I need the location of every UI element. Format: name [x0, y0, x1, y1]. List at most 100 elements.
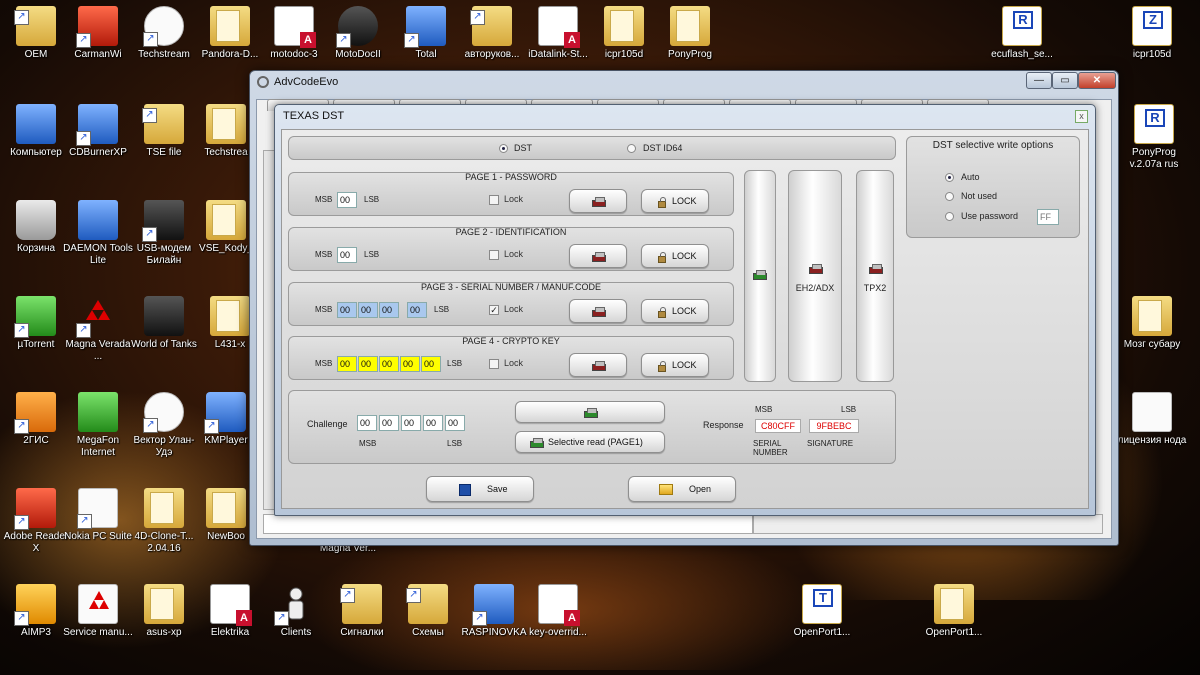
radio-dst-label: DST: [514, 143, 532, 153]
desktop-icon-raspinovka[interactable]: RASPINOVKA: [458, 584, 530, 639]
radio-not-used[interactable]: [945, 192, 954, 201]
side-write-button[interactable]: [744, 170, 776, 382]
desktop-icon-openport2[interactable]: OpenPort1...: [918, 584, 990, 639]
open-button[interactable]: Open: [628, 476, 736, 502]
radio-auto[interactable]: [945, 173, 954, 182]
desktop-icon-icpr105d[interactable]: icpr105d: [588, 6, 660, 61]
page2-panel: PAGE 2 - IDENTIFICATION MSB 00 LSB Lock …: [288, 227, 734, 271]
challenge-byte-1[interactable]: 00: [379, 415, 399, 431]
desktop-icon-magna[interactable]: Magna Verada ...: [62, 296, 134, 363]
radio-not-used-label: Not used: [961, 191, 998, 201]
desktop-icon-openport1[interactable]: T OpenPort1...: [786, 584, 858, 639]
page4-byte-4[interactable]: 00: [421, 356, 441, 372]
document-icon: [1132, 392, 1172, 432]
window-titlebar[interactable]: AdvCodeEvo — ▭ ✕: [250, 71, 1118, 93]
page4-lock-label: Lock: [504, 358, 524, 368]
page4-lock-button[interactable]: LOCK: [641, 353, 709, 377]
desktop-icon-pandora[interactable]: Pandora-D...: [194, 6, 266, 61]
challenge-byte-4[interactable]: 00: [445, 415, 465, 431]
page1-write-button[interactable]: [569, 189, 627, 213]
desktop-icon-ponyprog-rus[interactable]: R PonyProg v.2.07a rus: [1118, 104, 1190, 171]
save-button[interactable]: Save: [426, 476, 534, 502]
page2-lock-button[interactable]: LOCK: [641, 244, 709, 268]
kmplayer-icon: [204, 392, 246, 434]
serial-number-field[interactable]: C80CFF: [755, 419, 801, 433]
page3-byte-0[interactable]: 00: [337, 302, 357, 318]
desktop-icon-clients[interactable]: Clients: [260, 584, 332, 639]
page2-write-button[interactable]: [569, 244, 627, 268]
read-button[interactable]: [515, 401, 665, 423]
desktop-icon-license[interactable]: лицензия нода: [1116, 392, 1188, 447]
desktop-icon-daemon[interactable]: DAEMON Tools Lite: [62, 200, 134, 267]
page4-byte-3[interactable]: 00: [400, 356, 420, 372]
desktop-icon-avtorukov[interactable]: авторуков...: [456, 6, 528, 61]
desktop-icon-motodocii[interactable]: MotoDocII: [322, 6, 394, 61]
desktop-icon-carmanwi[interactable]: CarmanWi: [62, 6, 134, 61]
tpx2-button[interactable]: TPX2: [856, 170, 894, 382]
page1-title: PAGE 1 - PASSWORD: [465, 172, 557, 182]
icon-label: Pandora-D...: [201, 49, 259, 60]
page3-write-button[interactable]: [569, 299, 627, 323]
desktop-icon-asusxp[interactable]: asus-xp: [128, 584, 200, 639]
page4-byte-1[interactable]: 00: [358, 356, 378, 372]
desktop-icon-nokia[interactable]: Nokia PC Suite: [62, 488, 134, 543]
icon-label: PonyProg v.2.07a rus: [1129, 147, 1179, 170]
icon-label: MotoDocII: [335, 49, 381, 60]
password-input[interactable]: FF: [1037, 209, 1059, 225]
page2-title: PAGE 2 - IDENTIFICATION: [455, 227, 567, 237]
desktop-icon-shemy[interactable]: Схемы: [392, 584, 464, 639]
desktop-icon-cdburner[interactable]: CDBurnerXP: [62, 104, 134, 159]
lock-icon: [658, 252, 666, 263]
desktop-icon-mozg[interactable]: Мозг субару: [1116, 296, 1188, 351]
texas-dst-dialog[interactable]: TEXAS DST x DST DST ID64 PAGE 1 - PASSWO…: [274, 104, 1096, 516]
page3-byte-3[interactable]: 00: [407, 302, 427, 318]
desktop-icon-elektrika[interactable]: Elektrika: [194, 584, 266, 639]
challenge-byte-3[interactable]: 00: [423, 415, 443, 431]
desktop-icon-total[interactable]: Total: [390, 6, 462, 61]
page3-lock-checkbox[interactable]: ✓: [489, 305, 499, 315]
radio-dst-id64[interactable]: [627, 144, 636, 153]
page4-lock-checkbox[interactable]: [489, 359, 499, 369]
page3-byte-2[interactable]: 00: [379, 302, 399, 318]
desktop-icon-megafon[interactable]: MegaFon Internet: [62, 392, 134, 459]
r-app-icon: R: [1002, 6, 1042, 46]
maximize-button[interactable]: ▭: [1052, 72, 1078, 89]
eh2-adx-button[interactable]: EH2/ADX: [788, 170, 842, 382]
desktop-icon-keyoverride[interactable]: key-overrid...: [522, 584, 594, 639]
close-button[interactable]: ✕: [1078, 72, 1116, 89]
desktop-icon-icpr105d-2[interactable]: Zicpr105d: [1116, 6, 1188, 61]
desktop-icon-idatalink[interactable]: iDatalink-St...: [522, 6, 594, 61]
open-label: Open: [689, 484, 712, 494]
radio-use-password[interactable]: [945, 212, 954, 221]
selective-read-button[interactable]: Selective read (PAGE1): [515, 431, 665, 453]
desktop-icon-signalki[interactable]: Сигналки: [326, 584, 398, 639]
page1-panel: PAGE 1 - PASSWORD MSB 00 LSB Lock LOCK: [288, 172, 734, 216]
page2-byte-0[interactable]: 00: [337, 247, 357, 263]
msb-label: MSB: [315, 359, 333, 368]
page4-byte-2[interactable]: 00: [379, 356, 399, 372]
page3-byte-1[interactable]: 00: [358, 302, 378, 318]
page1-byte-0[interactable]: 00: [337, 192, 357, 208]
icon-label: Сигналки: [340, 627, 384, 638]
dialog-close-button[interactable]: x: [1075, 110, 1088, 123]
challenge-byte-2[interactable]: 00: [401, 415, 421, 431]
radio-dst[interactable]: [499, 144, 508, 153]
page2-lock-checkbox[interactable]: [489, 250, 499, 260]
page1-lock-button[interactable]: LOCK: [641, 189, 709, 213]
desktop-icon-servicemanu[interactable]: Service manu...: [62, 584, 134, 639]
pdf-icon: [274, 6, 316, 48]
page4-write-button[interactable]: [569, 353, 627, 377]
desktop-icon-techstream[interactable]: Techstream: [128, 6, 200, 61]
signature-field[interactable]: 9FBEBC: [809, 419, 859, 433]
desktop-icon-motodoc3[interactable]: motodoc-3: [258, 6, 330, 61]
desktop-icon-ecuflash[interactable]: Recuflash_se...: [986, 6, 1058, 61]
radio-auto-label: Auto: [961, 172, 980, 182]
folder-icon: [206, 488, 246, 528]
challenge-byte-0[interactable]: 00: [357, 415, 377, 431]
page3-lock-button[interactable]: LOCK: [641, 299, 709, 323]
desktop-icon-wot[interactable]: World of Tanks: [128, 296, 200, 351]
page1-lock-checkbox[interactable]: [489, 195, 499, 205]
minimize-button[interactable]: —: [1026, 72, 1052, 89]
page4-byte-0[interactable]: 00: [337, 356, 357, 372]
desktop-icon-ponyprog[interactable]: PonyProg: [654, 6, 726, 61]
